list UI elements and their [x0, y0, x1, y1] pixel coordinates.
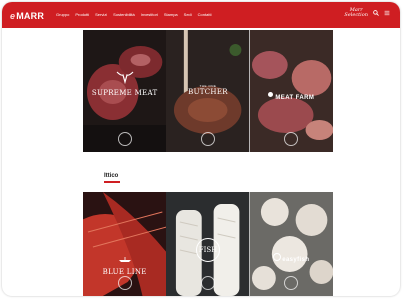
menu-item-servizi[interactable]: Servizi	[95, 13, 107, 17]
easyfish-logo: easyfish	[250, 248, 333, 266]
boat-icon	[118, 257, 131, 262]
brand-tile-blue-line[interactable]: BLUE LINE	[83, 192, 167, 296]
main-menu: Gruppo Prodotti Servizi Sostenibilità In…	[56, 13, 211, 17]
menu-item-sostenibilita[interactable]: Sostenibilità	[113, 13, 135, 17]
tile-title: BUTCHER	[188, 88, 228, 96]
search-icon[interactable]	[373, 10, 379, 16]
section-title-ittico: Ittico	[104, 173, 119, 179]
tile-title: easyfish	[282, 257, 310, 263]
tile-cta-button[interactable]	[200, 132, 215, 146]
tile-title: FISH	[195, 238, 220, 262]
tile-cta-button[interactable]	[117, 132, 132, 146]
brand-tile-supreme-meat[interactable]: SUPREME MEAT	[83, 30, 167, 152]
tile-title: SUPREME MEAT	[91, 89, 158, 97]
tile-cta-button[interactable]	[284, 276, 299, 290]
menu-item-investitori[interactable]: Investitori	[141, 13, 158, 17]
tile-title: BLUE LINE	[102, 268, 147, 276]
bull-head-icon	[116, 71, 134, 85]
menu-item-sedi[interactable]: Sedi	[184, 13, 192, 17]
menu-item-stampa[interactable]: Stampa	[164, 13, 178, 17]
navbar-right: Marr Selection	[344, 8, 390, 18]
easyfish-badge-icon	[273, 252, 282, 261]
tile-title: MEAT FARM	[275, 95, 315, 101]
fish-logo: FISH	[166, 238, 249, 262]
brand-tile-fish[interactable]: FISH	[166, 192, 250, 296]
meat-brands-grid: SUPREME MEAT THE ONE BUTCHER MEAT FARM	[83, 30, 333, 152]
tile-cta-button[interactable]	[200, 276, 215, 290]
brand-tile-easyfish[interactable]: easyfish	[249, 192, 333, 296]
browser-page: eMARR Gruppo Prodotti Servizi Sostenibil…	[2, 2, 400, 296]
menu-item-prodotti[interactable]: Prodotti	[75, 13, 89, 17]
selection-ribbon-logo[interactable]: Marr Selection	[344, 8, 368, 18]
meat-farm-logo: MEAT FARM	[250, 86, 333, 104]
brand-tile-butcher[interactable]: THE ONE BUTCHER	[166, 30, 250, 152]
brand-name: MARR	[16, 11, 45, 21]
menu-icon[interactable]	[384, 10, 390, 16]
menu-item-gruppo[interactable]: Gruppo	[56, 13, 69, 17]
butcher-logo: THE ONE BUTCHER	[166, 84, 249, 96]
menu-item-contatti[interactable]: Contatti	[198, 13, 212, 17]
brand-mark-icon: e	[10, 11, 16, 21]
section-title-underline	[104, 181, 120, 183]
tile-cta-button[interactable]	[117, 276, 132, 290]
farm-badge-icon	[268, 92, 274, 98]
tile-cta-button[interactable]	[284, 132, 299, 146]
supreme-meat-logo: SUPREME MEAT	[83, 70, 166, 97]
fish-brands-grid: BLUE LINE FISH easyfish	[83, 192, 333, 296]
top-navbar: eMARR Gruppo Prodotti Servizi Sostenibil…	[2, 2, 400, 28]
brand-tile-meat-farm[interactable]: MEAT FARM	[249, 30, 333, 152]
brand-logo[interactable]: eMARR	[10, 11, 44, 21]
ribbon-line-2: Selection	[344, 12, 368, 18]
blue-line-logo: BLUE LINE	[83, 250, 166, 276]
